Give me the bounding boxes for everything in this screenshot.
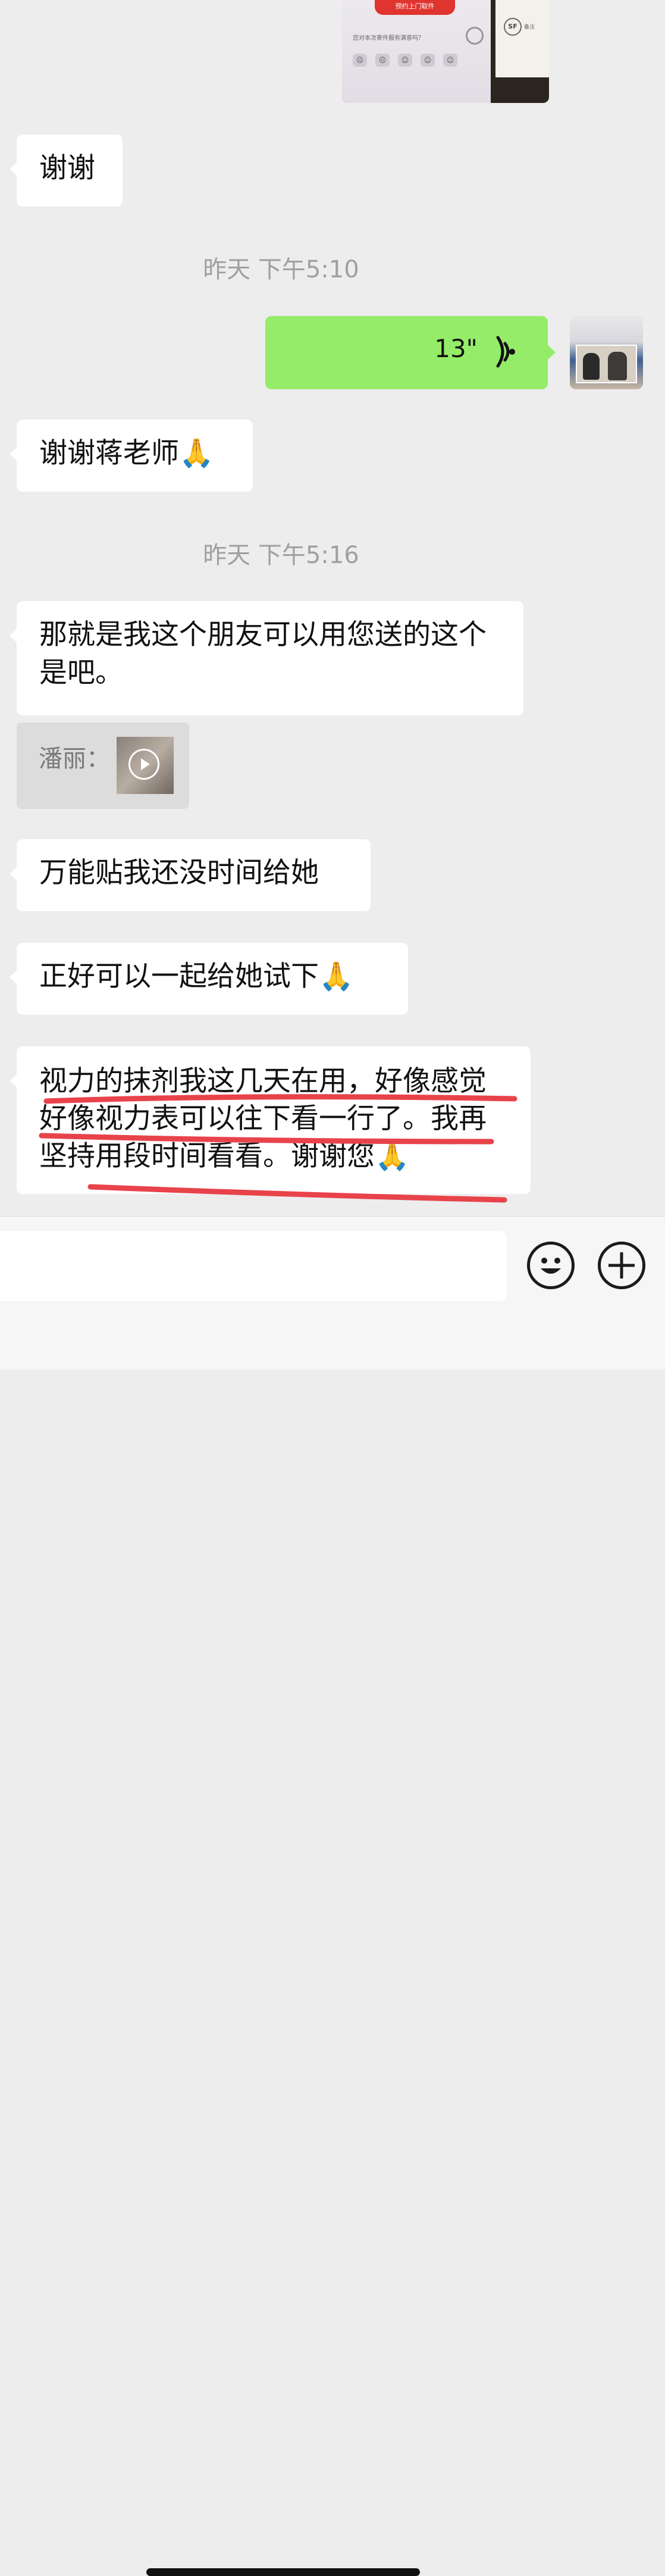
avatar[interactable] [570, 316, 643, 389]
message-input[interactable] [0, 1231, 507, 1301]
image-rating-prompt: 您对本次寄件服务满意吗？ [353, 35, 424, 42]
image-paper-card [495, 0, 549, 77]
avatar-figure [608, 352, 627, 380]
message-text: 视力的抹剂我这几天在用，好像感觉好像视力表可以往下看一行了。我再坚持用段时间看看… [39, 1065, 487, 1173]
message-bubble[interactable]: 谢谢 [10, 135, 123, 207]
play-icon [128, 749, 159, 780]
image-ring-icon [466, 27, 484, 45]
voice-message-bubble[interactable]: 13" [265, 316, 556, 389]
chat-input-bar [0, 1216, 665, 2576]
face-icon: ☺ [443, 54, 457, 67]
received-image[interactable]: 预约上门取件 您对本次寄件服务满意吗？ ☹ ☹ ☺ ☺ ☺ SF 备注 [342, 0, 549, 103]
timestamp: 昨天 下午5:10 [203, 256, 359, 283]
face-icon: ☹ [353, 54, 367, 67]
message-text: 谢谢 [39, 152, 95, 185]
face-icon: ☹ [375, 54, 390, 67]
face-icon: ☺ [421, 54, 435, 67]
message-text: 万能贴我还没时间给她 [39, 856, 319, 889]
message-text: 正好可以一起给她试下🙏 [39, 960, 354, 993]
emoji-face-icon [541, 1258, 561, 1274]
message-text: 那就是我这个朋友可以用您送的这个是吧。 [39, 618, 487, 689]
image-rating-faces: ☹ ☹ ☺ ☺ ☺ [353, 54, 457, 67]
quote-sender-name: 潘丽： [39, 745, 110, 773]
message-bubble[interactable]: 那就是我这个朋友可以用您送的这个是吧。 [10, 601, 523, 715]
image-pickup-button-text: 预约上门取件 [375, 0, 455, 15]
plus-icon[interactable] [598, 1242, 645, 1289]
avatar-figure [583, 353, 600, 380]
voice-duration: 13" [434, 334, 478, 363]
image-card-logo: SF [504, 18, 522, 36]
image-card-text: 备注 [524, 24, 535, 30]
message-bubble[interactable]: 万能贴我还没时间给她 [10, 839, 371, 911]
emoji-icon[interactable] [527, 1242, 575, 1289]
message-bubble[interactable]: 视力的抹剂我这几天在用，好像感觉好像视力表可以往下看一行了。我再坚持用段时间看看… [10, 1046, 531, 1194]
image-phone-screen: 预约上门取件 您对本次寄件服务满意吗？ ☹ ☹ ☺ ☺ ☺ [342, 0, 491, 103]
message-text: 谢谢蒋老师🙏 [39, 437, 214, 470]
message-bubble[interactable]: 谢谢蒋老师🙏 [10, 420, 253, 492]
quoted-video-card[interactable]: 潘丽： [17, 723, 189, 809]
video-thumbnail[interactable] [117, 737, 174, 794]
message-bubble[interactable]: 正好可以一起给她试下🙏 [10, 943, 408, 1015]
timestamp: 昨天 下午5:16 [203, 542, 359, 569]
voice-wave-icon [496, 336, 515, 368]
home-indicator[interactable] [146, 2568, 420, 2576]
face-icon: ☺ [398, 54, 412, 67]
